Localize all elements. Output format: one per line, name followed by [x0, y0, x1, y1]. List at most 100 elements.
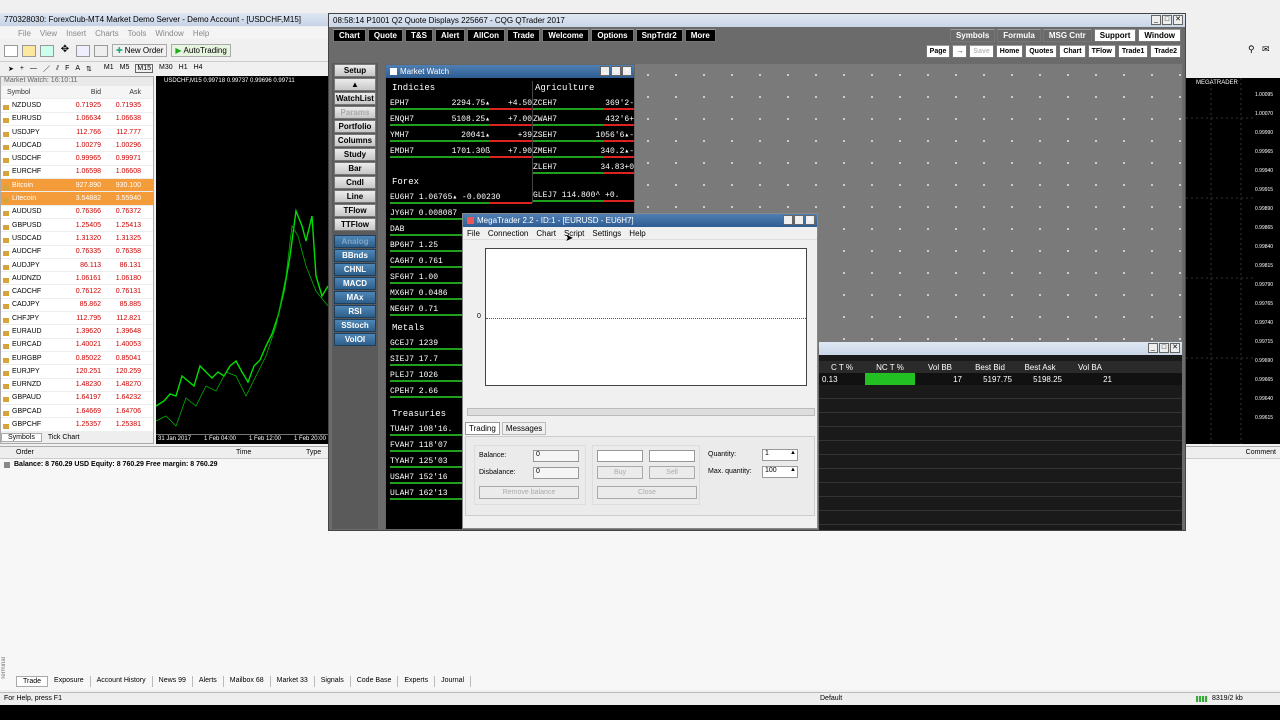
mega-menu-connection[interactable]: Connection	[488, 229, 528, 238]
cqg-top-button[interactable]: Alert	[435, 29, 466, 42]
quote-maximize-icon[interactable]: □	[611, 66, 621, 76]
cqg-page-button[interactable]: Home	[995, 45, 1024, 58]
terminal-icon[interactable]	[94, 44, 108, 57]
mw-row[interactable]: AUDCAD 1.00279 1.00296	[1, 139, 153, 153]
dom-maximize-icon[interactable]: □	[1159, 343, 1169, 353]
cqg-top-button[interactable]: Options	[591, 29, 634, 42]
quote-row[interactable]: ZSEH7 1056'6▴ -	[533, 127, 634, 143]
mt4-price-chart[interactable]: USDCHF,M15 0.99718 0.99737 0.99696 0.997…	[156, 76, 328, 444]
mt4-menu-window[interactable]: Window	[155, 29, 183, 38]
col-time[interactable]: Time	[236, 449, 251, 456]
mw-row[interactable]: AUDNZD 1.06161 1.06180	[1, 272, 153, 286]
hline-icon[interactable]: —	[30, 65, 37, 72]
terminal-tab[interactable]: Code Base	[351, 676, 399, 687]
disbalance-field[interactable]: 0	[533, 467, 579, 479]
new-order-button[interactable]: ✚ New Order	[112, 44, 168, 57]
cqg-study-button[interactable]: VolOI	[334, 333, 376, 346]
quote-row[interactable]: ENQH7 5108.25▴ +7.00	[390, 111, 532, 127]
mw-row[interactable]: GBPCAD 1.64669 1.64706	[1, 405, 153, 419]
dom-col-header[interactable]: Best Ask	[1015, 363, 1065, 372]
dom-close-icon[interactable]: ✕	[1170, 343, 1180, 353]
cqg-right-button[interactable]: Window	[1138, 29, 1181, 42]
terminal-tab[interactable]: Mailbox 68	[224, 676, 271, 687]
terminal-tab[interactable]: Signals	[315, 676, 351, 687]
mw-row[interactable]: EURCAD 1.40021 1.40053	[1, 339, 153, 352]
cqg-study-button[interactable]: MACD	[334, 277, 376, 290]
cqg-right-button[interactable]: Formula	[997, 29, 1041, 42]
cqg-side-button[interactable]: ▲	[334, 78, 376, 91]
terminal-tab[interactable]: Account History	[91, 676, 153, 687]
col-order[interactable]: Order	[16, 449, 34, 456]
mega-scrollbar[interactable]	[467, 408, 815, 416]
dom-col-header[interactable]: Best Bid	[965, 363, 1015, 372]
cqg-study-button[interactable]: SStoch	[334, 319, 376, 332]
mw-row[interactable]: EURCHF 1.06598 1.06608	[1, 166, 153, 180]
cqg-side-button[interactable]: Setup	[334, 64, 376, 77]
terminal-tab[interactable]: News 99	[153, 676, 193, 687]
cqg-page-button[interactable]: →	[952, 45, 968, 58]
mw-row[interactable]: GBPUSD 1.25405 1.25413	[1, 219, 153, 233]
cqg-close-icon[interactable]: ✕	[1173, 15, 1183, 25]
mw-row[interactable]: CADJPY 85.862 85.885	[1, 299, 153, 313]
mw-row[interactable]: USDJPY 112.766 112.777	[1, 126, 153, 140]
cqg-side-button[interactable]: TTFlow	[334, 218, 376, 231]
mt4-menu-help[interactable]: Help	[193, 29, 209, 38]
cqg-top-button[interactable]: Trade	[507, 29, 541, 42]
quote-row[interactable]: YMH7 20041▴ +39	[390, 127, 532, 143]
mw-row[interactable]: EURUSD 1.06634 1.06638	[1, 113, 153, 126]
mw-row[interactable]: EURJPY 120.251 120.259	[1, 365, 153, 379]
cqg-right-button[interactable]: Support	[1093, 29, 1137, 42]
mt4-menu-file[interactable]: File	[18, 29, 31, 38]
mt4-menu-view[interactable]: View	[40, 29, 57, 38]
mw-row[interactable]: USDCHF 0.99965 0.99971	[1, 152, 153, 166]
cqg-page-button[interactable]: Trade1	[1117, 45, 1149, 58]
cqg-page-button[interactable]: Trade2	[1150, 45, 1181, 58]
cqg-top-button[interactable]: Chart	[333, 29, 366, 42]
cqg-top-button[interactable]: T&S	[405, 29, 433, 42]
mega-chart[interactable]	[485, 248, 807, 386]
fibo-icon[interactable]: F	[65, 65, 69, 72]
arrows-icon[interactable]: ⇅	[86, 65, 92, 73]
cqg-side-button[interactable]: WatchList	[334, 92, 376, 105]
cqg-right-button[interactable]: MSG Cntr	[1042, 29, 1092, 42]
mw-row[interactable]: NZDUSD 0.71925 0.71935	[1, 99, 153, 113]
crosshair-icon[interactable]: ✥	[58, 44, 72, 57]
cqg-maximize-icon[interactable]: □	[1162, 15, 1172, 25]
timeframe-m15[interactable]: M15	[135, 64, 154, 73]
mw-row[interactable]: EURGBP 0.85022 0.85041	[1, 352, 153, 366]
cqg-page-button[interactable]: Quotes	[1025, 45, 1058, 58]
mega-minimize-icon[interactable]: _	[783, 215, 793, 225]
tab-messages[interactable]: Messages	[501, 422, 547, 435]
autotrading-button[interactable]: ▶ AutoTrading	[171, 44, 231, 57]
navigator-icon[interactable]	[76, 44, 90, 57]
cqg-side-button[interactable]: Params	[334, 106, 376, 119]
cqg-study-button[interactable]: Analog	[334, 235, 376, 248]
mw-row[interactable]: Bitcoin 927.890 930.100	[1, 179, 153, 193]
terminal-tab[interactable]: Journal	[435, 676, 472, 687]
timeframe-h4[interactable]: H4	[194, 64, 203, 73]
quantity-spin-icon[interactable]: ▲	[790, 450, 796, 456]
mega-menu-settings[interactable]: Settings	[592, 229, 621, 238]
search-icon[interactable]: ⚲	[1248, 44, 1255, 55]
mw-row[interactable]: USDCAD 1.31320 1.31325	[1, 232, 153, 246]
dom-minimize-icon[interactable]: _	[1148, 343, 1158, 353]
mega-menu-file[interactable]: File	[467, 229, 480, 238]
balance-field[interactable]: 0	[533, 450, 579, 462]
mt4-menu-tools[interactable]: Tools	[128, 29, 147, 38]
cqg-page-button[interactable]: Page	[925, 45, 951, 58]
cqg-study-button[interactable]: BBnds	[334, 249, 376, 262]
dom-col-header[interactable]: NC T %	[865, 363, 915, 372]
mw-row[interactable]: CHFJPY 112.795 112.821	[1, 312, 153, 326]
cqg-top-button[interactable]: More	[684, 29, 716, 42]
right-mt4-chart[interactable]: MEGATRADER 1.00095 1.00070 0.99990 0.99965 0…	[1186, 78, 1280, 444]
remove-balance-button[interactable]: Remove balance	[479, 486, 579, 499]
channel-icon[interactable]: ⫽	[56, 65, 59, 73]
mw-row[interactable]: EURAUD 1.39620 1.39648	[1, 325, 153, 339]
open-icon[interactable]	[22, 44, 36, 57]
cqg-side-button[interactable]: Cndl	[334, 176, 376, 189]
price-field-2[interactable]	[649, 450, 695, 462]
timeframe-h1[interactable]: H1	[179, 64, 188, 73]
mt4-menu-insert[interactable]: Insert	[66, 29, 86, 38]
quote-row[interactable]: ZWAH7 432'6 +	[533, 111, 634, 127]
dom-col-header[interactable]: C T %	[819, 363, 865, 372]
